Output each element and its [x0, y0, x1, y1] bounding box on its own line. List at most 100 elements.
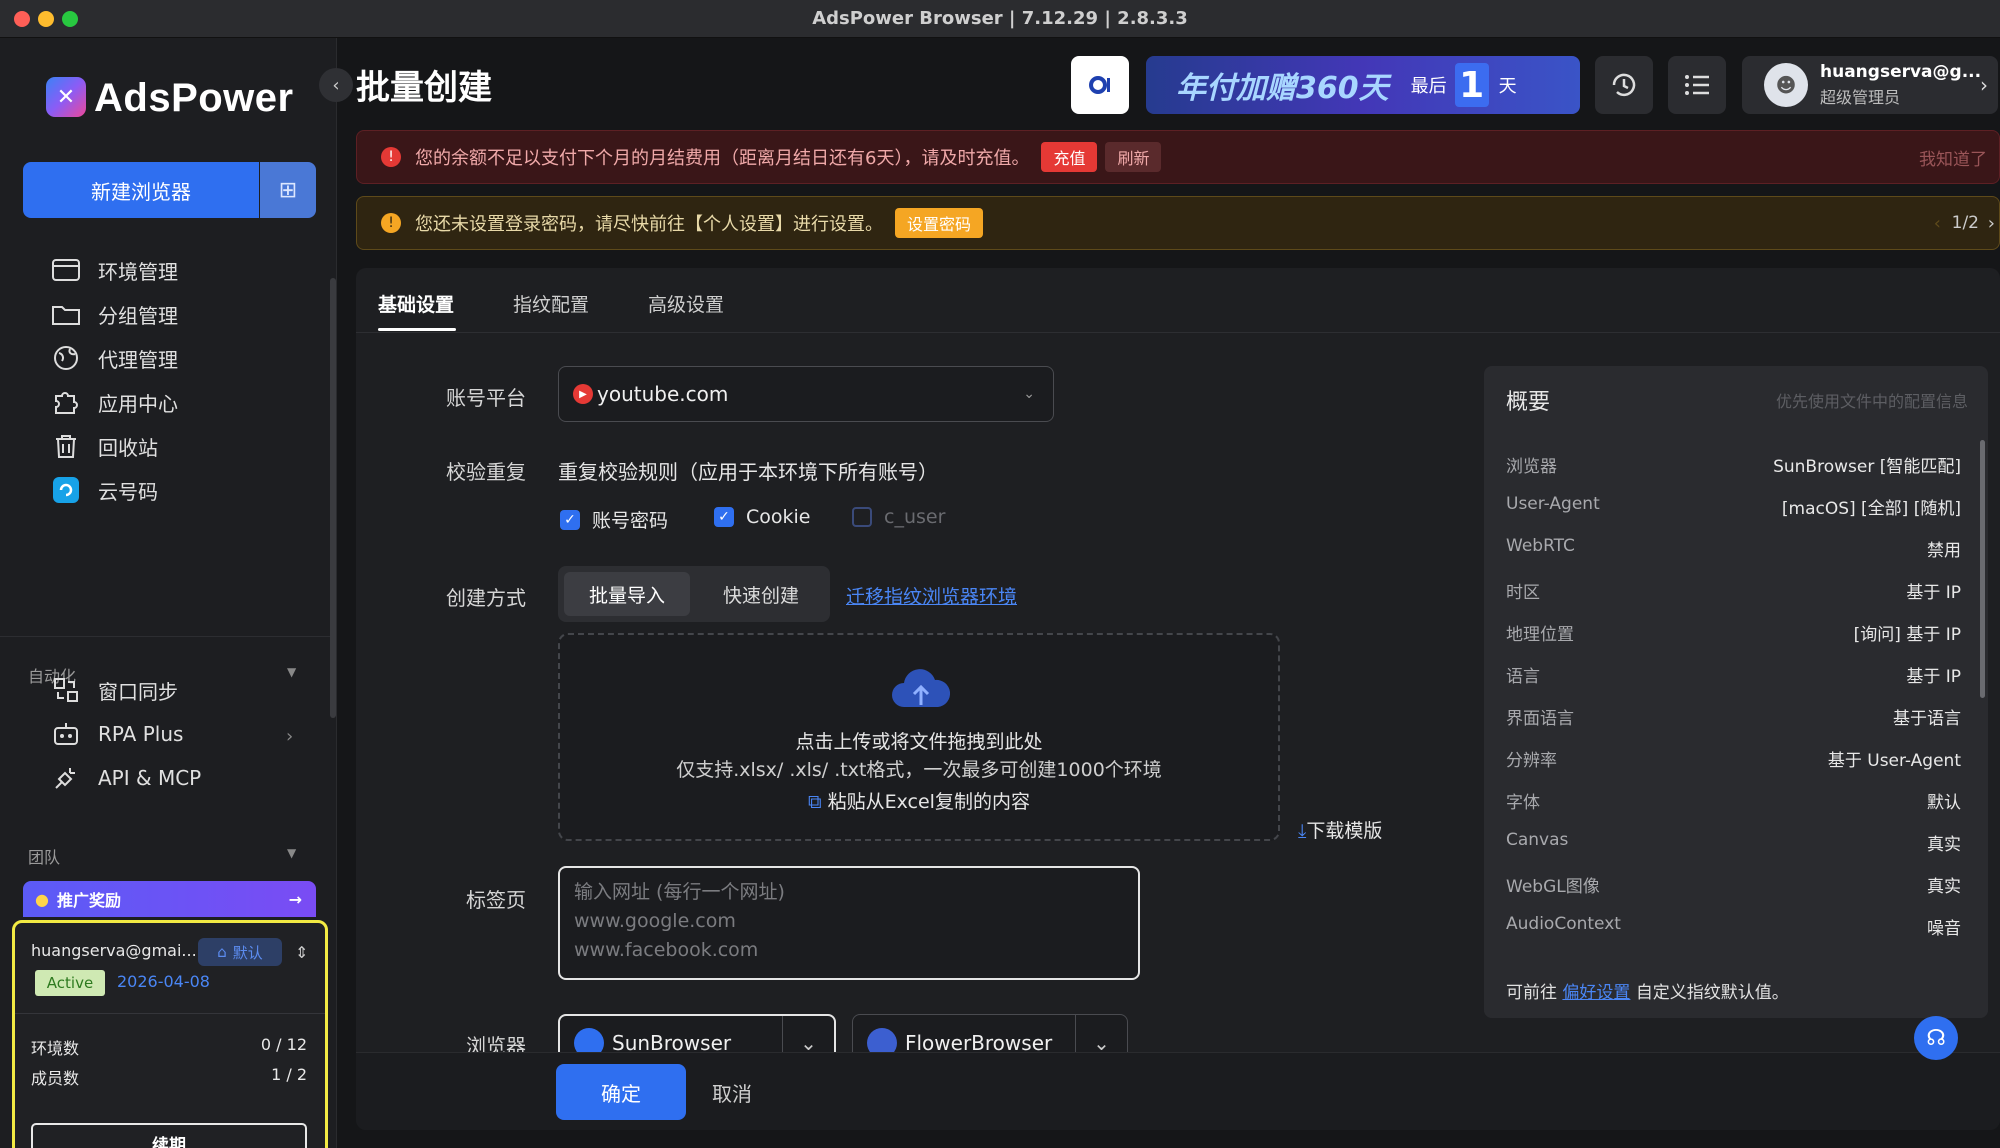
add-browser-icon[interactable]: ⊞ [260, 162, 316, 218]
platform-label: 账号平台 [446, 386, 526, 410]
dup-rule-text: 重复校验规则（应用于本环境下所有账号） [558, 460, 938, 484]
task-list-icon[interactable] [1668, 56, 1726, 114]
migrate-link[interactable]: 迁移指纹浏览器环境 [846, 582, 1017, 609]
account-email: huangserva@gmai... [31, 941, 197, 960]
check-c-user[interactable]: c_user [852, 506, 945, 528]
overview-value: [macOS] [全部] [随机] [1781, 499, 1961, 519]
tabs-label: 标签页 [466, 888, 526, 912]
file-dropzone[interactable]: 点击上传或将文件拖拽到此处 仅支持.xlsx/ .xls/ .txt格式，一次最… [558, 633, 1280, 841]
overview-key: WebRTC [1506, 536, 1575, 556]
overview-hint: 优先使用文件中的配置信息 [1775, 392, 1968, 411]
promo-unit: 天 [1498, 76, 1517, 97]
prev-alert-icon[interactable]: ‹ [1934, 213, 1941, 234]
account-card: huangserva@gmai... ⌂ 默认 ⇕ Active 2026-04-… [12, 920, 328, 1148]
cloud-number-icon [50, 474, 82, 506]
confirm-button[interactable]: 确定 [556, 1064, 686, 1120]
avatar: ☻ [1764, 63, 1808, 107]
new-browser-button[interactable]: 新建浏览器 [23, 162, 259, 218]
sidebar: ✕ AdsPower 新建浏览器 ⊞ 环境管理 分组管理 代理管理 应用中心 回… [0, 38, 337, 1148]
download-template-button[interactable]: ⤓下载模版 [1298, 816, 1382, 843]
home-icon: ⌂ [217, 943, 227, 961]
overview-row: 浏览器 SunBrowser [智能匹配] [1506, 452, 1961, 477]
overview-row: 字体 默认 [1506, 788, 1961, 813]
sidebar-item-label: 窗口同步 [98, 679, 178, 704]
title-bar: AdsPower Browser | 7.12.29 | 2.8.3.3 [0, 0, 2000, 38]
switch-account-icon[interactable]: ⇕ [295, 943, 308, 962]
promo-days: 1 [1454, 63, 1489, 107]
sidebar-item-env[interactable]: 环境管理 [50, 252, 178, 288]
status-badge: Active [35, 970, 105, 996]
user-role: 超级管理员 [1820, 88, 1901, 107]
chevron-right-icon[interactable]: › [286, 726, 293, 747]
check-cookie[interactable]: ✓ Cookie [714, 506, 811, 528]
globe-icon [50, 342, 82, 374]
support-headset-icon[interactable]: ☊ [1914, 1016, 1958, 1060]
app-shortcut-icon[interactable] [1071, 56, 1129, 114]
promo-label: 推广奖励 [56, 891, 121, 910]
tab-advanced[interactable]: 高级设置 [648, 290, 724, 317]
cancel-button[interactable]: 取消 [712, 1078, 752, 1107]
platform-value: youtube.com [597, 382, 729, 406]
sidebar-item-cloud-number[interactable]: 云号码 [50, 472, 158, 508]
upload-title: 点击上传或将文件拖拽到此处 [795, 731, 1043, 753]
tab-fingerprint[interactable]: 指纹配置 [513, 290, 589, 317]
tabs-url-input[interactable]: 输入网址 (每行一个网址) www.google.com www.faceboo… [558, 866, 1140, 980]
annual-promo-banner[interactable]: 年付加赠360天 最后 1 天 [1146, 56, 1580, 114]
sidebar-item-proxy[interactable]: 代理管理 [50, 340, 178, 376]
tabs-divider [356, 332, 2000, 333]
overview-value: 真实 [1927, 877, 1961, 897]
overview-key: Canvas [1506, 830, 1569, 850]
overview-value: 默认 [1927, 793, 1961, 813]
dismiss-link[interactable]: 我知道了 [1919, 145, 1987, 170]
overview-row: Canvas 真实 [1506, 830, 1961, 855]
user-menu[interactable]: ☻ huangserva@g... 超级管理员 › [1742, 56, 1998, 114]
sidebar-item-apps[interactable]: 应用中心 [50, 384, 178, 420]
check-account-password[interactable]: ✓ 账号密码 [560, 506, 668, 533]
collapse-sidebar-button[interactable]: ‹ [319, 68, 353, 102]
overview-scrollbar[interactable] [1980, 440, 1985, 698]
preferences-link[interactable]: 偏好设置 [1562, 983, 1630, 1003]
paste-excel-button[interactable]: ⧉ 粘贴从Excel复制的内容 [560, 787, 1278, 814]
sidebar-item-groups[interactable]: 分组管理 [50, 296, 178, 332]
sidebar-item-label: API & MCP [98, 766, 202, 790]
checkbox-unchecked-icon [852, 507, 872, 527]
refresh-button[interactable]: 刷新 [1105, 142, 1162, 172]
sidebar-item-label: 代理管理 [98, 347, 178, 372]
member-count-label: 成员数 [31, 1069, 80, 1088]
sidebar-item-trash[interactable]: 回收站 [50, 428, 158, 464]
set-password-button[interactable]: 设置密码 [895, 208, 984, 238]
overview-row: WebRTC 禁用 [1506, 536, 1961, 561]
overview-key: 时区 [1506, 583, 1540, 603]
tab-basic[interactable]: 基础设置 [378, 290, 454, 317]
batch-import-option[interactable]: 批量导入 [564, 572, 690, 616]
chevron-down-icon[interactable]: ▼ [287, 846, 296, 860]
sync-status-icon[interactable] [1595, 56, 1653, 114]
paste-icon: ⧉ [808, 791, 822, 813]
sidebar-item-api[interactable]: API & MCP [50, 760, 201, 796]
quick-create-option[interactable]: 快速创建 [698, 572, 824, 616]
tabs-placeholder-line: www.google.com [574, 910, 736, 932]
promo-text: 年付加赠360天 [1176, 71, 1389, 106]
overview-key: 地理位置 [1506, 625, 1574, 645]
section-team[interactable]: 团队 [28, 844, 60, 868]
sidebar-scrollbar[interactable] [330, 278, 336, 718]
sidebar-divider [0, 636, 330, 637]
recharge-button[interactable]: 充值 [1041, 142, 1098, 172]
renew-button[interactable]: 续期 [31, 1123, 307, 1148]
overview-key: AudioContext [1506, 914, 1621, 934]
overview-panel: 概要 优先使用文件中的配置信息 浏览器 SunBrowser [智能匹配] Use… [1484, 366, 1988, 1018]
promo-reward-banner[interactable]: ● 推广奖励 → [23, 881, 316, 917]
next-alert-icon[interactable]: › [1988, 213, 1995, 234]
chevron-down-icon[interactable]: ▼ [287, 665, 296, 679]
user-name: huangserva@g... [1820, 62, 1982, 82]
overview-row: AudioContext 噪音 [1506, 914, 1961, 939]
expiry-date: 2026-04-08 [117, 972, 210, 991]
overview-key: 界面语言 [1506, 709, 1574, 729]
platform-select[interactable]: ▶ youtube.com ⌄ [558, 366, 1054, 422]
arrow-right-icon: → [288, 889, 302, 909]
overview-value: [询问] 基于 IP [1853, 625, 1961, 645]
overview-key: 字体 [1506, 793, 1540, 813]
sidebar-item-window-sync[interactable]: 窗口同步 [50, 672, 178, 708]
sidebar-item-rpa[interactable]: RPA Plus [50, 716, 183, 752]
default-badge: ⌂ 默认 [198, 938, 282, 966]
